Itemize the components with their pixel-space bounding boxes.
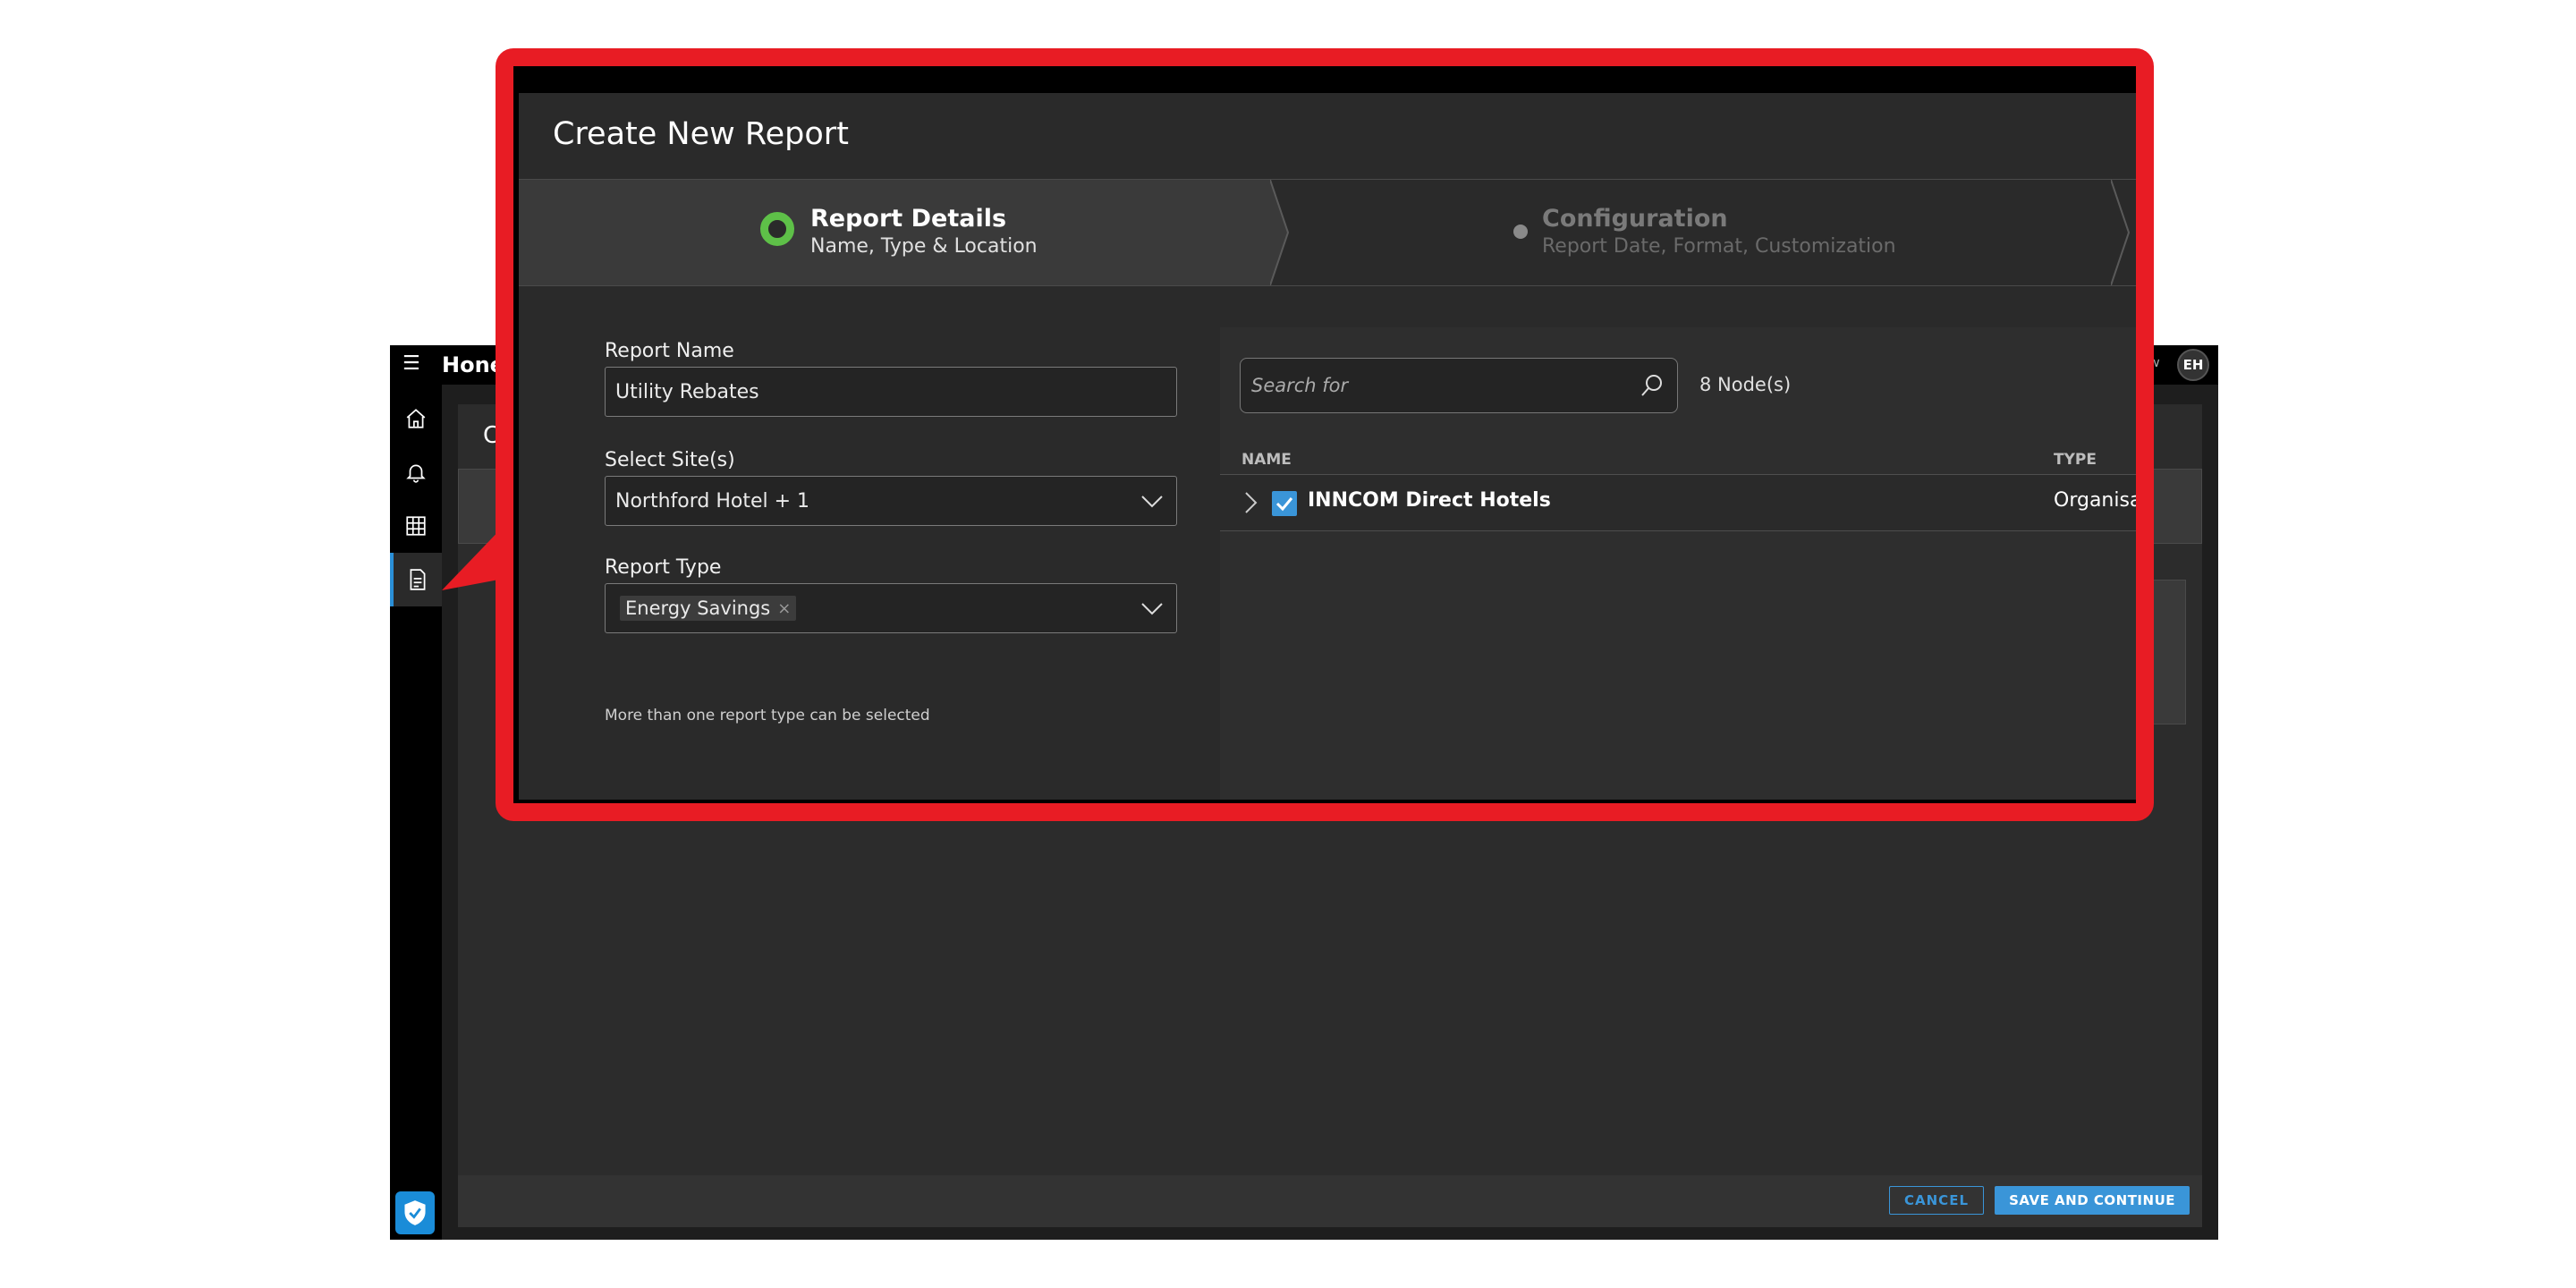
- report-name-label: Report Name: [605, 340, 734, 362]
- search-placeholder: Search for: [1251, 375, 1349, 396]
- step-subtitle: Report Date, Format, Customization: [1542, 235, 1896, 258]
- step-report-details[interactable]: Report Details Name, Type & Location: [519, 180, 1270, 285]
- chevron-down-icon: [1141, 603, 1163, 615]
- create-report-dialog: Create New Report Report Details Name, T…: [519, 93, 2136, 800]
- column-header-name[interactable]: NAME: [1241, 451, 1292, 469]
- row-type: Organisa: [2054, 489, 2136, 512]
- column-header-type[interactable]: TYPE: [2054, 451, 2097, 469]
- check-icon: [1275, 497, 1293, 512]
- row-name: INNCOM Direct Hotels: [1308, 489, 1551, 512]
- search-icon[interactable]: [1640, 373, 1665, 398]
- step-active-indicator-icon: [760, 212, 794, 246]
- zoom-callout: Create New Report Report Details Name, T…: [496, 48, 2154, 821]
- close-icon[interactable]: ×: [777, 599, 791, 618]
- sites-label: Select Site(s): [605, 449, 735, 471]
- step-subtitle: Name, Type & Location: [810, 235, 1038, 258]
- node-search-input[interactable]: Search for: [1240, 358, 1678, 413]
- step-title: Configuration: [1542, 205, 1728, 233]
- report-type-helper-text: More than one report type can be selecte…: [605, 707, 930, 724]
- report-name-input[interactable]: Utility Rebates: [605, 367, 1177, 417]
- node-count: 8 Node(s): [1699, 374, 1792, 395]
- step-title: Report Details: [810, 205, 1007, 233]
- step-pending-indicator-icon: [1513, 225, 1528, 239]
- row-checkbox[interactable]: [1272, 491, 1297, 516]
- chevron-down-icon: [1141, 496, 1163, 508]
- step-separator-icon: [2111, 180, 2131, 285]
- sites-value: Northford Hotel + 1: [615, 489, 810, 513]
- dialog-title: Create New Report: [553, 116, 849, 152]
- report-type-multiselect[interactable]: Energy Savings ×: [605, 583, 1177, 633]
- callout-content: Create New Report Report Details Name, T…: [513, 66, 2136, 803]
- table-row[interactable]: INNCOM Direct Hotels Organisa: [1220, 474, 2136, 531]
- stepper: Report Details Name, Type & Location Con…: [519, 179, 2136, 286]
- chip-label: Energy Savings: [625, 597, 771, 619]
- chevron-right-icon[interactable]: [1241, 491, 1259, 514]
- report-type-chip[interactable]: Energy Savings ×: [620, 596, 797, 621]
- node-selector: Search for 8 Node(s) NAME TYPE INNCOM Di…: [1220, 327, 2136, 800]
- sites-dropdown[interactable]: Northford Hotel + 1: [605, 476, 1177, 526]
- step-separator-icon: [1270, 180, 1290, 285]
- report-type-label: Report Type: [605, 556, 722, 579]
